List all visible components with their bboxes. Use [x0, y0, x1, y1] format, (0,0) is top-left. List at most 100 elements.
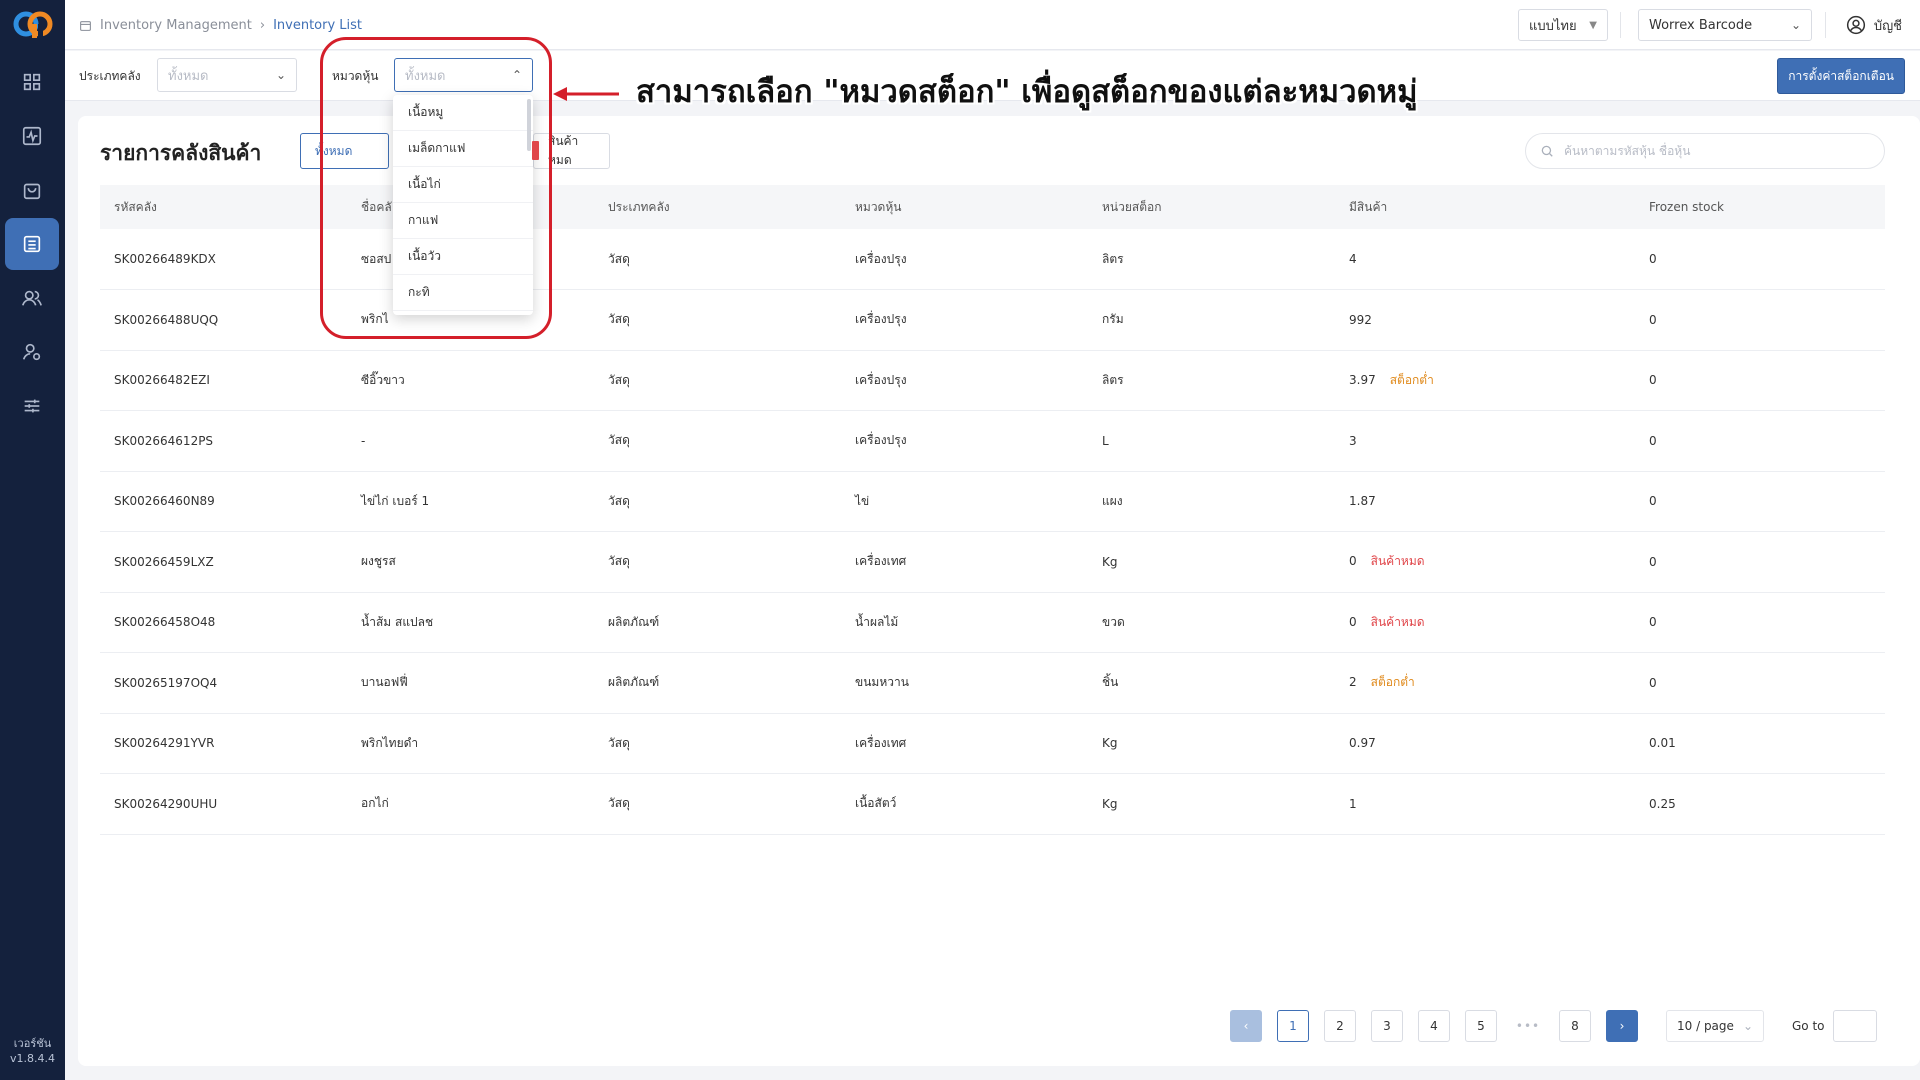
table-row[interactable]: SK00264291YVR พริกไทยดำ วัสดุ เครื่องเทศ Kg 0… [100, 713, 1885, 774]
cell-frozen: 0.25 [1635, 773, 1885, 835]
table-row[interactable]: SK00265197OQ4 บานอฟฟี่ ผลิตภัณฑ์ ขนมหวาน ชิ้… [100, 652, 1885, 714]
nav-settings[interactable] [5, 380, 59, 432]
search-icon [1541, 145, 1553, 157]
code-value: SK00265197OQ4 [114, 675, 218, 690]
search-input[interactable]: ค้นหาตามรหัสหุ้น ชื่อหุ้น [1564, 142, 1690, 161]
page-button[interactable]: 8 [1559, 1010, 1591, 1042]
cell-category: เครื่องปรุง [841, 350, 1088, 411]
unit-value: L [1102, 433, 1109, 448]
arrow-left-icon [553, 87, 619, 101]
warehouse-type-value: ทั้งหมด [168, 68, 209, 84]
cell-unit: L [1088, 410, 1335, 472]
cell-frozen: 0 [1635, 350, 1885, 411]
frozen-value: 0 [1649, 615, 1657, 630]
category-value: เนื้อสัตว์ [855, 796, 897, 811]
stock-alert-settings-button[interactable]: การตั้งค่าสต็อกเตือน [1777, 58, 1905, 94]
page-button[interactable]: 1 [1277, 1010, 1309, 1042]
page-button[interactable]: 2 [1324, 1010, 1356, 1042]
cell-code: SK00266458O48 [100, 592, 347, 653]
cell-type: วัสดุ [594, 229, 841, 290]
stock-status-badge: สินค้าหมด [1370, 554, 1425, 569]
nav-staff[interactable] [5, 326, 59, 378]
page-button[interactable]: 4 [1418, 1010, 1450, 1042]
cell-frozen: 0.01 [1635, 713, 1885, 774]
cell-name: อกไก่ [347, 773, 594, 835]
breadcrumb-parent[interactable]: Inventory Management [100, 18, 252, 33]
unit-value: Kg [1102, 796, 1118, 811]
table-row[interactable]: SK002664612PS - วัสดุ เครื่องปรุง L 3 0 [100, 410, 1885, 472]
table-row[interactable]: SK00266460N89 ไข่ไก่ เบอร์ 1 วัสดุ ไข่ แผง 1.… [100, 471, 1885, 532]
cell-category: เนื้อสัตว์ [841, 773, 1088, 835]
category-value: เครื่องปรุง [855, 372, 907, 387]
frozen-value: 0 [1649, 554, 1657, 569]
app-logo[interactable] [12, 8, 54, 40]
prev-page-button[interactable]: ‹ [1230, 1010, 1262, 1042]
chevron-down-icon: ⌄ [1790, 18, 1801, 32]
user-settings-icon [22, 343, 41, 361]
name-value: - [361, 433, 366, 448]
unit-value: กรัม [1102, 312, 1124, 327]
breadcrumb-current: Inventory List [273, 17, 363, 33]
nav-orders[interactable] [5, 164, 59, 216]
nav-inventory[interactable] [5, 218, 59, 270]
sliders-icon [24, 399, 40, 413]
table-row[interactable]: SK00264290UHU อกไก่ วัสดุ เนื้อสัตว์ Kg 1 0.25 [100, 773, 1885, 835]
cell-category: เครื่องปรุง [841, 289, 1088, 351]
column-header: หน่วยสต็อก [1088, 185, 1335, 229]
cell-frozen: 0 [1635, 289, 1885, 351]
cell-frozen: 0 [1635, 471, 1885, 532]
cell-qty: 2 สต็อกต่ำ [1335, 652, 1635, 714]
cell-type: วัสดุ [594, 531, 841, 593]
stock-status-badge: สต็อกต่ำ [1370, 675, 1415, 690]
cell-unit: Kg [1088, 713, 1335, 774]
table-row[interactable]: SK00266482EZI ซีอิ๊วขาว วัสดุ เครื่องปรุง ลิ… [100, 350, 1885, 411]
type-value: ผลิตภัณฑ์ [608, 614, 660, 629]
type-value: ผลิตภัณฑ์ [608, 675, 660, 690]
cell-qty: 3 [1335, 410, 1635, 472]
goto-input[interactable] [1833, 1010, 1877, 1042]
cell-code: SK00264290UHU [100, 773, 347, 835]
type-value: วัสดุ [608, 796, 630, 811]
nav-members[interactable] [5, 272, 59, 324]
page-button[interactable]: 5 [1465, 1010, 1497, 1042]
annotation-text: สามารถเลือก "หมวดสต็อก" เพื่อดูสต็อกของแ… [636, 74, 1418, 110]
unit-value: Kg [1102, 736, 1118, 751]
table-row[interactable]: SK00266459LXZ ผงชูรส วัสดุ เครื่องเทศ Kg 0 สิน… [100, 531, 1885, 593]
cell-name: น้ำส้ม สแปลช [347, 592, 594, 653]
cell-name: ไข่ไก่ เบอร์ 1 [347, 471, 594, 532]
page-ellipsis[interactable]: ••• [1512, 1010, 1544, 1042]
table-row[interactable]: SK00266458O48 น้ำส้ม สแปลช ผลิตภัณฑ์ น้ำผลไ… [100, 592, 1885, 653]
category-value: น้ำผลไม้ [855, 614, 899, 629]
store-select[interactable]: Worrex Barcode ⌄ [1638, 9, 1812, 41]
cell-type: วัสดุ [594, 471, 841, 532]
search-box[interactable]: ค้นหาตามรหัสหุ้น ชื่อหุ้น [1525, 133, 1885, 169]
frozen-value: 0.25 [1649, 796, 1676, 811]
next-page-button[interactable]: › [1606, 1010, 1638, 1042]
cell-unit: แผง [1088, 471, 1335, 532]
name-value: ผงชูรส [361, 554, 396, 569]
pagination: ‹ 1 2 3 4 5 ••• 8 › [1230, 1010, 1638, 1042]
code-value: SK00264290UHU [114, 796, 218, 811]
page-button[interactable]: 3 [1371, 1010, 1403, 1042]
cell-type: วัสดุ [594, 410, 841, 472]
chevron-right-icon: › [1619, 1019, 1625, 1033]
qty-value: 4 [1349, 252, 1357, 266]
cell-unit: Kg [1088, 773, 1335, 835]
column-header: Frozen stock [1635, 185, 1885, 229]
warehouse-type-select[interactable]: ทั้งหมด ⌄ [157, 58, 297, 92]
code-value: SK00266460N89 [114, 494, 215, 509]
nav-reports[interactable] [5, 110, 59, 162]
store-value: Worrex Barcode [1649, 17, 1753, 33]
goto-label: Go to [1792, 1019, 1825, 1033]
language-select[interactable]: แบบไทย ▼ [1518, 9, 1608, 41]
cell-code: SK00266460N89 [100, 471, 347, 532]
page-size-select[interactable]: 10 / page ⌄ [1666, 1010, 1764, 1042]
account-menu[interactable]: บัญชี [1846, 0, 1902, 50]
column-header: รหัสคลัง [100, 185, 347, 229]
nav-dashboard[interactable] [5, 56, 59, 108]
category-value: ขนมหวาน [855, 675, 909, 690]
chevron-down-icon: ⌄ [275, 68, 286, 82]
breadcrumb: Inventory Management › Inventory List [79, 0, 362, 50]
frozen-value: 0 [1649, 494, 1657, 509]
cell-frozen: 0 [1635, 229, 1885, 290]
